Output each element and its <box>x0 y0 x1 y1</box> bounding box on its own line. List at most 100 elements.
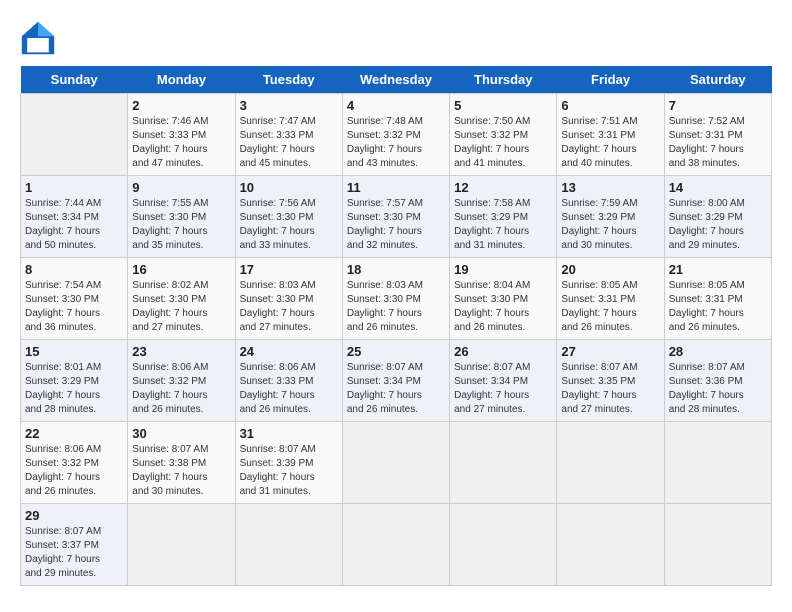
day-number: 23 <box>132 344 230 359</box>
day-info: Sunrise: 7:59 AM Sunset: 3:29 PM Dayligh… <box>561 197 659 253</box>
calendar-cell: 10 Sunrise: 7:56 AM Sunset: 3:30 PM Dayli… <box>235 176 342 258</box>
calendar-cell <box>664 504 771 586</box>
day-info: Sunrise: 7:50 AM Sunset: 3:32 PM Dayligh… <box>454 115 552 171</box>
calendar-cell: 22Sunrise: 8:06 AM Sunset: 3:32 PM Dayli… <box>21 422 128 504</box>
day-number: 28 <box>669 344 767 359</box>
day-info: Sunrise: 7:44 AM Sunset: 3:34 PM Dayligh… <box>25 197 123 253</box>
calendar-cell: 19Sunrise: 8:04 AM Sunset: 3:30 PM Dayli… <box>450 258 557 340</box>
day-number: 29 <box>25 508 123 523</box>
day-info: Sunrise: 7:58 AM Sunset: 3:29 PM Dayligh… <box>454 197 552 253</box>
calendar-cell: 26Sunrise: 8:07 AM Sunset: 3:34 PM Dayli… <box>450 340 557 422</box>
calendar-cell: 2 Sunrise: 7:46 AM Sunset: 3:33 PM Daylig… <box>128 94 235 176</box>
day-number: 10 <box>240 180 338 195</box>
day-header-wednesday: Wednesday <box>342 66 449 94</box>
calendar-cell: 1 Sunrise: 7:44 AM Sunset: 3:34 PM Daylig… <box>21 176 128 258</box>
day-number: 16 <box>132 262 230 277</box>
day-number: 14 <box>669 180 767 195</box>
day-info: Sunrise: 7:57 AM Sunset: 3:30 PM Dayligh… <box>347 197 445 253</box>
day-info: Sunrise: 7:52 AM Sunset: 3:31 PM Dayligh… <box>669 115 767 171</box>
day-info: Sunrise: 8:03 AM Sunset: 3:30 PM Dayligh… <box>240 279 338 335</box>
calendar-cell: 6 Sunrise: 7:51 AM Sunset: 3:31 PM Daylig… <box>557 94 664 176</box>
calendar-cell: 7 Sunrise: 7:52 AM Sunset: 3:31 PM Daylig… <box>664 94 771 176</box>
day-number: 15 <box>25 344 123 359</box>
calendar-cell: 12 Sunrise: 7:58 AM Sunset: 3:29 PM Dayli… <box>450 176 557 258</box>
day-header-saturday: Saturday <box>664 66 771 94</box>
calendar-cell: 27Sunrise: 8:07 AM Sunset: 3:35 PM Dayli… <box>557 340 664 422</box>
calendar-cell <box>557 422 664 504</box>
calendar-cell <box>342 422 449 504</box>
day-number: 2 <box>132 98 230 113</box>
day-number: 13 <box>561 180 659 195</box>
logo-icon <box>20 20 56 56</box>
calendar-cell: 17Sunrise: 8:03 AM Sunset: 3:30 PM Dayli… <box>235 258 342 340</box>
day-info: Sunrise: 7:47 AM Sunset: 3:33 PM Dayligh… <box>240 115 338 171</box>
calendar-cell: 21Sunrise: 8:05 AM Sunset: 3:31 PM Dayli… <box>664 258 771 340</box>
calendar-cell: 28 Sunrise: 8:07 AM Sunset: 3:36 PM Dayli… <box>664 340 771 422</box>
day-info: Sunrise: 7:51 AM Sunset: 3:31 PM Dayligh… <box>561 115 659 171</box>
calendar-cell <box>557 504 664 586</box>
day-number: 4 <box>347 98 445 113</box>
page-header <box>20 20 772 56</box>
day-info: Sunrise: 8:07 AM Sunset: 3:38 PM Dayligh… <box>132 443 230 499</box>
calendar-cell: 31 Sunrise: 8:07 AM Sunset: 3:39 PM Dayli… <box>235 422 342 504</box>
day-number: 20 <box>561 262 659 277</box>
day-number: 31 <box>240 426 338 441</box>
calendar-cell <box>128 504 235 586</box>
day-number: 8 <box>25 262 123 277</box>
day-number: 9 <box>132 180 230 195</box>
day-info: Sunrise: 8:02 AM Sunset: 3:30 PM Dayligh… <box>132 279 230 335</box>
calendar-cell: 15 Sunrise: 8:01 AM Sunset: 3:29 PM Dayli… <box>21 340 128 422</box>
calendar-cell: 29 Sunrise: 8:07 AM Sunset: 3:37 PM Dayli… <box>21 504 128 586</box>
calendar-cell: 4Sunrise: 7:48 AM Sunset: 3:32 PM Daylig… <box>342 94 449 176</box>
day-info: Sunrise: 8:00 AM Sunset: 3:29 PM Dayligh… <box>669 197 767 253</box>
calendar-cell <box>235 504 342 586</box>
calendar-cell: 9Sunrise: 7:55 AM Sunset: 3:30 PM Daylig… <box>128 176 235 258</box>
day-number: 24 <box>240 344 338 359</box>
day-info: Sunrise: 8:01 AM Sunset: 3:29 PM Dayligh… <box>25 361 123 417</box>
calendar-cell <box>450 504 557 586</box>
day-number: 7 <box>669 98 767 113</box>
calendar-cell: 5Sunrise: 7:50 AM Sunset: 3:32 PM Daylig… <box>450 94 557 176</box>
logo <box>20 20 60 56</box>
calendar-cell: 8Sunrise: 7:54 AM Sunset: 3:30 PM Daylig… <box>21 258 128 340</box>
day-number: 12 <box>454 180 552 195</box>
day-info: Sunrise: 8:06 AM Sunset: 3:32 PM Dayligh… <box>132 361 230 417</box>
day-header-monday: Monday <box>128 66 235 94</box>
calendar-cell: 13 Sunrise: 7:59 AM Sunset: 3:29 PM Dayli… <box>557 176 664 258</box>
calendar-cell: 23 Sunrise: 8:06 AM Sunset: 3:32 PM Dayli… <box>128 340 235 422</box>
day-header-thursday: Thursday <box>450 66 557 94</box>
calendar-cell: 20 Sunrise: 8:05 AM Sunset: 3:31 PM Dayli… <box>557 258 664 340</box>
day-header-friday: Friday <box>557 66 664 94</box>
day-info: Sunrise: 8:07 AM Sunset: 3:34 PM Dayligh… <box>454 361 552 417</box>
calendar-cell: 3 Sunrise: 7:47 AM Sunset: 3:33 PM Daylig… <box>235 94 342 176</box>
day-info: Sunrise: 8:07 AM Sunset: 3:36 PM Dayligh… <box>669 361 767 417</box>
calendar-cell: 11Sunrise: 7:57 AM Sunset: 3:30 PM Dayli… <box>342 176 449 258</box>
day-info: Sunrise: 8:06 AM Sunset: 3:33 PM Dayligh… <box>240 361 338 417</box>
day-number: 30 <box>132 426 230 441</box>
day-info: Sunrise: 8:07 AM Sunset: 3:37 PM Dayligh… <box>25 525 123 581</box>
calendar-cell: 14 Sunrise: 8:00 AM Sunset: 3:29 PM Dayli… <box>664 176 771 258</box>
calendar-cell: 16 Sunrise: 8:02 AM Sunset: 3:30 PM Dayli… <box>128 258 235 340</box>
day-info: Sunrise: 8:04 AM Sunset: 3:30 PM Dayligh… <box>454 279 552 335</box>
day-number: 6 <box>561 98 659 113</box>
day-number: 1 <box>25 180 123 195</box>
calendar-cell <box>450 422 557 504</box>
day-info: Sunrise: 8:06 AM Sunset: 3:32 PM Dayligh… <box>25 443 123 499</box>
calendar-cell: 30 Sunrise: 8:07 AM Sunset: 3:38 PM Dayli… <box>128 422 235 504</box>
day-header-sunday: Sunday <box>21 66 128 94</box>
day-info: Sunrise: 7:46 AM Sunset: 3:33 PM Dayligh… <box>132 115 230 171</box>
day-number: 3 <box>240 98 338 113</box>
day-info: Sunrise: 8:07 AM Sunset: 3:34 PM Dayligh… <box>347 361 445 417</box>
day-info: Sunrise: 8:03 AM Sunset: 3:30 PM Dayligh… <box>347 279 445 335</box>
day-number: 18 <box>347 262 445 277</box>
day-info: Sunrise: 8:05 AM Sunset: 3:31 PM Dayligh… <box>561 279 659 335</box>
day-number: 27 <box>561 344 659 359</box>
day-info: Sunrise: 8:07 AM Sunset: 3:39 PM Dayligh… <box>240 443 338 499</box>
calendar-cell <box>342 504 449 586</box>
day-number: 25 <box>347 344 445 359</box>
day-header-tuesday: Tuesday <box>235 66 342 94</box>
calendar-cell: 18 Sunrise: 8:03 AM Sunset: 3:30 PM Dayli… <box>342 258 449 340</box>
day-info: Sunrise: 7:56 AM Sunset: 3:30 PM Dayligh… <box>240 197 338 253</box>
day-info: Sunrise: 8:05 AM Sunset: 3:31 PM Dayligh… <box>669 279 767 335</box>
calendar-table: SundayMondayTuesdayWednesdayThursdayFrid… <box>20 66 772 586</box>
